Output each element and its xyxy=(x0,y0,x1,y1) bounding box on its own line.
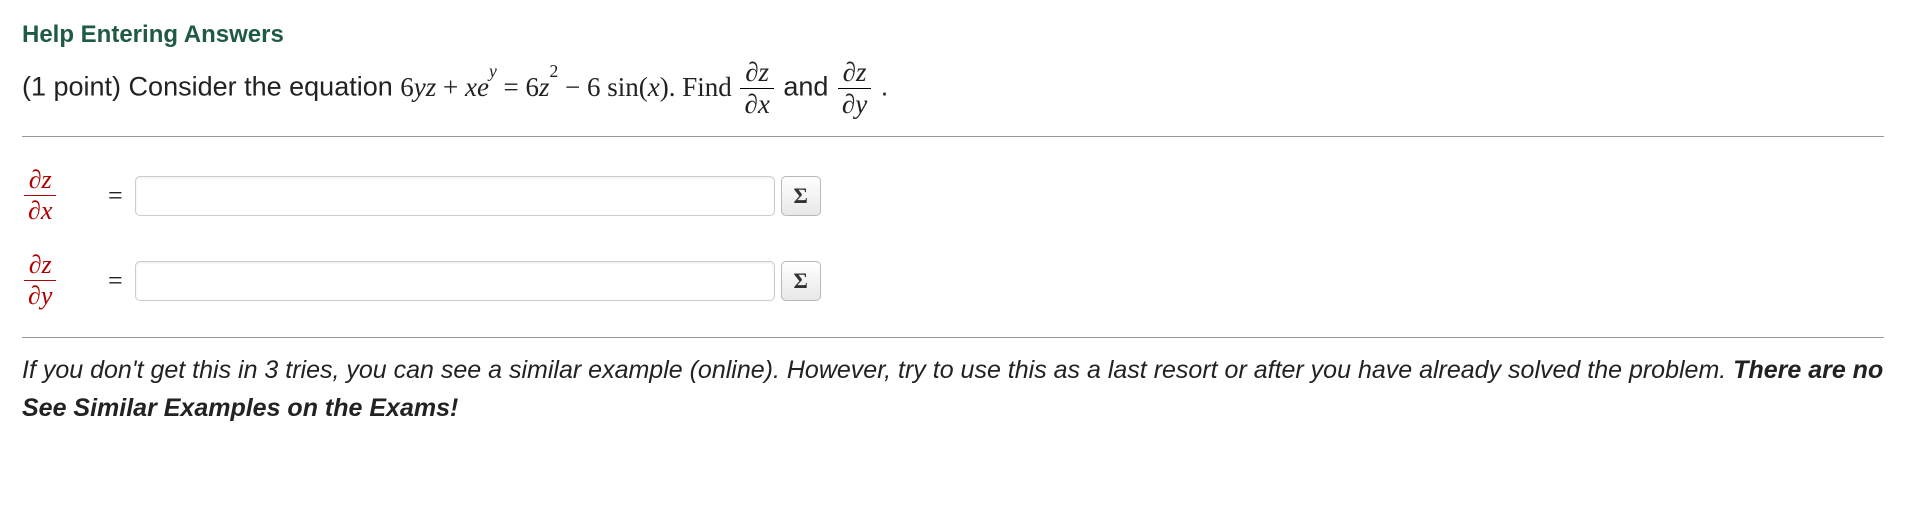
label-dzdx: ∂z ∂x xyxy=(22,167,102,224)
answer-row-dzdy: ∂z ∂y = Σ xyxy=(22,252,1884,309)
frac-num: ∂z xyxy=(838,59,871,89)
dz-dx-fraction: ∂z ∂x xyxy=(740,59,773,118)
find-text: ). Find xyxy=(660,72,739,102)
period: . xyxy=(881,72,889,102)
hint-body: If you don't get this in 3 tries, you ca… xyxy=(22,356,1733,384)
var-x2: x xyxy=(648,72,660,102)
frac-num: ∂z xyxy=(24,252,56,281)
minus-sin: − 6 sin( xyxy=(558,72,647,102)
equation: 6yz + xey = 6z2 − 6 sin(x). Find xyxy=(400,72,738,102)
plus: + xyxy=(436,72,465,102)
dz-dy-fraction: ∂z ∂y xyxy=(838,59,871,118)
equals-sign: = xyxy=(108,266,123,296)
exp-y: y xyxy=(489,61,497,81)
frac-num: ∂z xyxy=(740,59,773,89)
and-text: and xyxy=(783,72,836,102)
answer-row-dzdx: ∂z ∂x = Σ xyxy=(22,167,1884,224)
var-y: y xyxy=(414,72,426,102)
var-e: e xyxy=(477,72,489,102)
math-palette-button[interactable]: Σ xyxy=(781,261,821,301)
answer-input-dzdy[interactable] xyxy=(135,261,775,301)
equals-sign: = xyxy=(108,181,123,211)
eq-6: = 6 xyxy=(497,72,539,102)
var-z: z xyxy=(426,72,437,102)
problem-statement: (1 point) Consider the equation 6yz + xe… xyxy=(22,59,1884,137)
exp-2: 2 xyxy=(549,61,558,81)
frac-den: ∂y xyxy=(838,89,871,118)
hint-text: If you don't get this in 3 tries, you ca… xyxy=(22,352,1884,427)
frac-den: ∂x xyxy=(24,196,56,224)
math-palette-button[interactable]: Σ xyxy=(781,176,821,216)
answer-input-dzdx[interactable] xyxy=(135,176,775,216)
var-x: x xyxy=(465,72,477,102)
label-dzdy: ∂z ∂y xyxy=(22,252,102,309)
var-z2: z xyxy=(539,72,550,102)
frac-num: ∂z xyxy=(24,167,56,196)
frac-den: ∂y xyxy=(24,281,56,309)
coef: 6 xyxy=(400,72,414,102)
frac-den: ∂x xyxy=(740,89,773,118)
divider xyxy=(22,337,1884,338)
problem-prefix: (1 point) Consider the equation xyxy=(22,72,400,102)
help-entering-answers-link[interactable]: Help Entering Answers xyxy=(22,21,284,49)
